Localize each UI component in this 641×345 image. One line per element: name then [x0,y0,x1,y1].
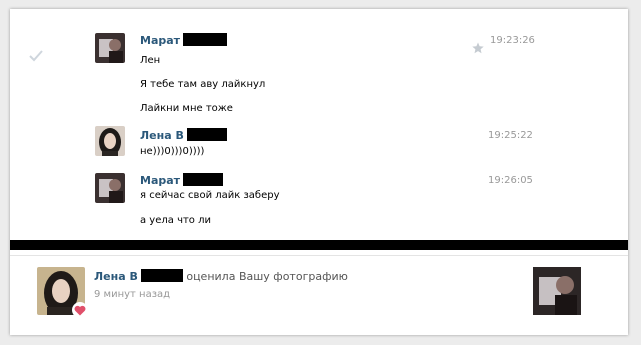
notification-time: 9 минут назад [94,289,171,300]
message-time: 19:25:22 [488,130,533,141]
black-divider-bar [10,240,628,250]
notification-action: оценила Вашу фотографию [186,270,348,283]
check-icon [29,50,43,62]
redaction-bar [140,269,183,282]
avatar-marat[interactable] [95,173,125,203]
message-text: не)))0)))0)))) [140,146,205,157]
redaction-bar [186,128,227,141]
avatar-lena[interactable] [95,126,125,156]
heart-icon [72,302,88,318]
sender-name-text[interactable]: Марат [140,34,180,47]
message-text: Лайкни мне тоже [140,103,233,114]
sender-name[interactable]: Марат [140,33,228,47]
notification-text: Лена В оценила Вашу фотографию [94,269,348,283]
notification-user-name[interactable]: Лена В [94,270,138,283]
notification-separator [10,255,628,256]
sender-name-text[interactable]: Марат [140,174,180,187]
message-time: 19:26:05 [488,175,533,186]
message-text: а уела что ли [140,215,211,226]
avatar-marat[interactable] [95,33,125,63]
message-time: 19:23:26 [490,35,535,46]
sender-name[interactable]: Марат [140,173,224,187]
redaction-bar [183,173,224,186]
message-text: Лен [140,55,161,66]
message-text: я сейчас свой лайк заберу [140,190,280,201]
liked-photo-thumbnail[interactable] [533,267,581,315]
star-icon[interactable] [472,42,484,54]
sender-name[interactable]: Лена В [140,128,227,142]
message-text: Я тебе там аву лайкнул [140,79,266,90]
sender-name-text[interactable]: Лена В [140,129,184,142]
redaction-bar [183,33,228,46]
